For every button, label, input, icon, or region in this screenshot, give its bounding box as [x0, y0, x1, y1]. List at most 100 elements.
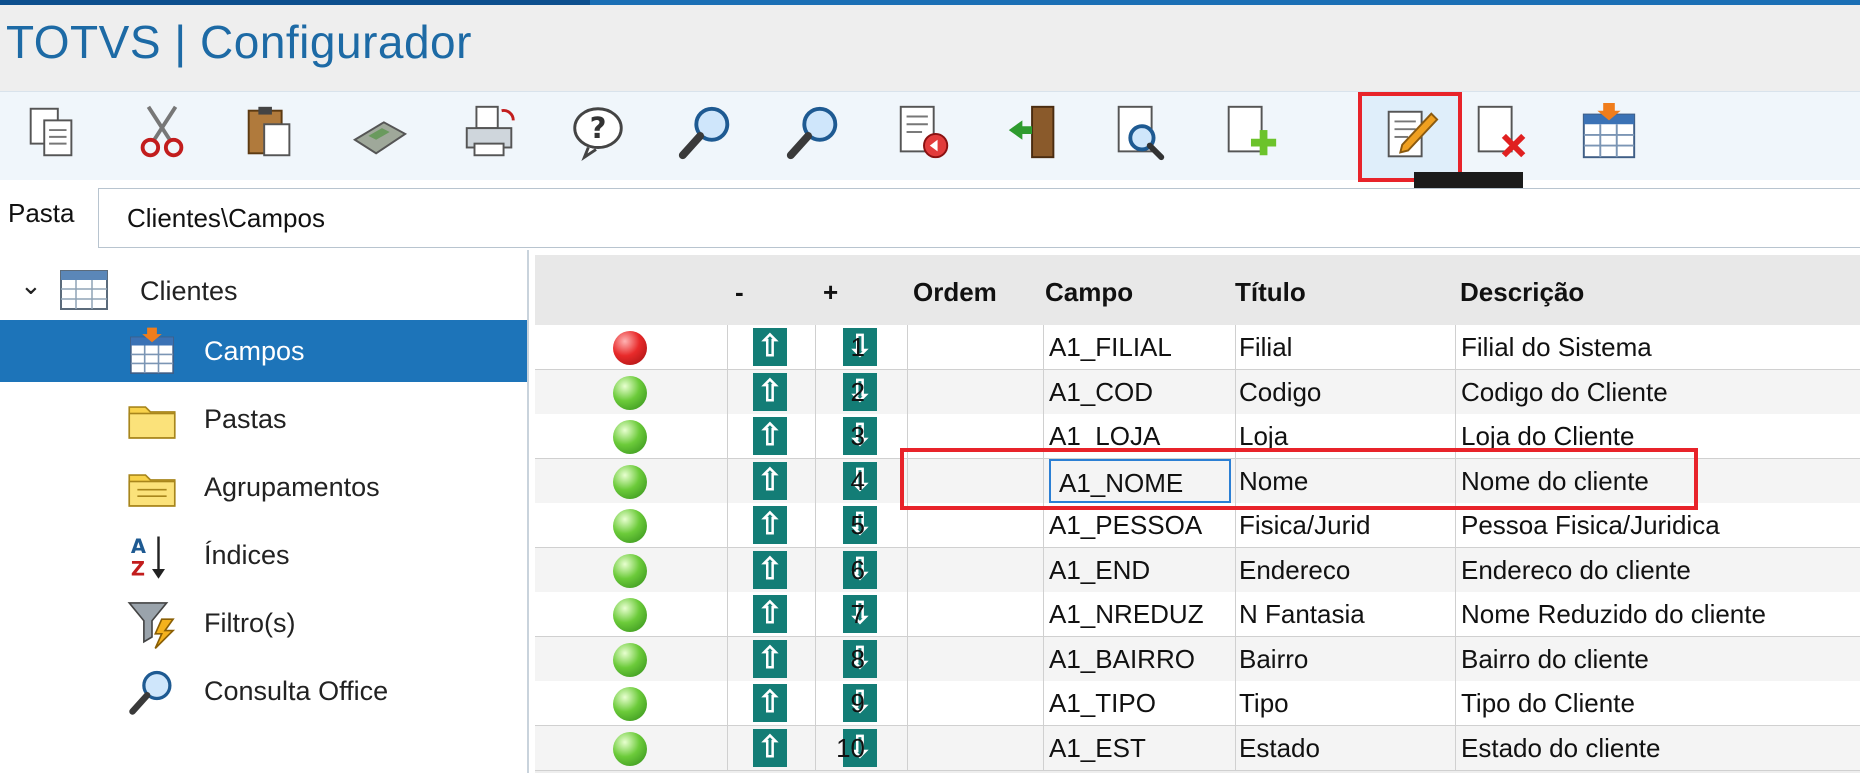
campo-cell[interactable]: A1_COD — [1049, 370, 1231, 414]
descricao-cell[interactable]: Estado do cliente — [1461, 726, 1856, 770]
ordem-cell[interactable]: 8 — [785, 637, 865, 681]
column-divider — [1043, 636, 1044, 681]
titulo-cell[interactable]: Estado — [1239, 726, 1449, 770]
fields-icon — [1578, 101, 1640, 168]
descricao-cell[interactable]: Filial do Sistema — [1461, 325, 1856, 369]
move-up-button[interactable]: ⇧ — [753, 372, 787, 411]
titulo-cell[interactable]: N Fantasia — [1239, 592, 1449, 636]
titulo-cell[interactable]: Tipo — [1239, 681, 1449, 725]
paste-button[interactable] — [236, 100, 304, 168]
table-row[interactable]: ⇧ ⇩ 2 A1_COD Codigo Codigo do Cliente — [535, 369, 1860, 415]
add-button[interactable] — [1216, 100, 1284, 168]
column-divider — [907, 369, 908, 414]
descricao-cell[interactable]: Codigo do Cliente — [1461, 370, 1856, 414]
status-green-icon — [613, 687, 647, 721]
search-button[interactable] — [672, 100, 740, 168]
view-button[interactable] — [1106, 100, 1174, 168]
chevron-down-icon[interactable]: ⌄ — [20, 270, 42, 301]
cut-button[interactable] — [128, 100, 196, 168]
ordem-cell[interactable]: 4 — [785, 459, 865, 503]
table-row[interactable]: ⇧ ⇩ 10 A1_EST Estado Estado do cliente — [535, 725, 1860, 771]
header-plus[interactable]: + — [823, 277, 838, 308]
table-row[interactable]: ⇧ ⇩ 8 A1_BAIRRO Bairro Bairro do cliente — [535, 636, 1860, 682]
column-divider — [727, 458, 728, 503]
list-back-button[interactable] — [890, 100, 958, 168]
ordem-cell[interactable]: 6 — [785, 548, 865, 592]
pasta-label: Pasta — [8, 198, 75, 228]
ordem-cell[interactable]: 9 — [785, 681, 865, 725]
descricao-cell[interactable]: Bairro do cliente — [1461, 637, 1856, 681]
campo-cell[interactable]: A1_END — [1049, 548, 1231, 592]
titulo-cell[interactable]: Endereco — [1239, 548, 1449, 592]
calculator-icon — [349, 101, 411, 168]
fields-button[interactable] — [1575, 100, 1643, 168]
sidebar-item-filtro-s[interactable]: Filtro(s) — [0, 592, 527, 654]
calculator-button[interactable] — [346, 100, 414, 168]
move-up-button[interactable]: ⇧ — [753, 506, 787, 544]
delete-button[interactable] — [1466, 100, 1534, 168]
header-campo[interactable]: Campo — [1045, 277, 1133, 308]
titulo-cell[interactable]: Bairro — [1239, 637, 1449, 681]
header-minus[interactable]: - — [735, 277, 744, 308]
titulo-cell[interactable]: Filial — [1239, 325, 1449, 369]
sidebar-item-agrupamentos[interactable]: Agrupamentos — [0, 456, 527, 518]
pasta-path-field[interactable]: Clientes\Campos — [98, 188, 1860, 248]
help-button[interactable]: ? — [564, 100, 632, 168]
column-divider — [907, 325, 908, 369]
table-row[interactable]: ⇧ ⇩ 9 A1_TIPO Tipo Tipo do Cliente — [535, 681, 1860, 726]
ordem-cell[interactable]: 1 — [785, 325, 865, 369]
sidebar-item-campos[interactable]: Campos — [0, 320, 527, 382]
move-up-button[interactable]: ⇧ — [753, 417, 787, 455]
column-divider — [1043, 725, 1044, 770]
column-divider — [1235, 725, 1236, 770]
ordem-cell[interactable]: 10 — [785, 726, 865, 770]
campo-cell[interactable]: A1_BAIRRO — [1049, 637, 1231, 681]
fields-grid: - + Ordem Campo Título Descrição ⇧ ⇩ 1 A1_F… — [535, 255, 1860, 773]
sidebar-item-consulta-office[interactable]: Consulta Office — [0, 660, 527, 722]
campo-cell[interactable]: A1_EST — [1049, 726, 1231, 770]
move-up-button[interactable]: ⇧ — [753, 328, 787, 366]
column-divider — [907, 636, 908, 681]
move-up-button[interactable]: ⇧ — [753, 550, 787, 589]
titulo-cell[interactable]: Codigo — [1239, 370, 1449, 414]
ordem-cell[interactable]: 2 — [785, 370, 865, 414]
campo-cell[interactable]: A1_NREDUZ — [1049, 592, 1231, 636]
table-row[interactable]: ⇧ ⇩ 7 A1_NREDUZ N Fantasia Nome Reduzido do c… — [535, 592, 1860, 637]
ordem-cell[interactable]: 5 — [785, 503, 865, 547]
column-divider — [1043, 547, 1044, 592]
edit-button[interactable] — [1358, 92, 1462, 182]
sidebar-item-label: Índices — [204, 540, 290, 570]
header-ordem[interactable]: Ordem — [913, 277, 997, 308]
move-up-button[interactable]: ⇧ — [753, 728, 787, 767]
print-button[interactable] — [456, 100, 524, 168]
descricao-cell[interactable]: Endereco do cliente — [1461, 548, 1856, 592]
column-divider — [1043, 325, 1044, 369]
status-green-icon — [613, 642, 647, 677]
status-red-icon — [613, 331, 647, 365]
search-next-button[interactable] — [780, 100, 848, 168]
ordem-cell[interactable]: 3 — [785, 414, 865, 458]
move-up-button[interactable]: ⇧ — [753, 684, 787, 722]
descricao-cell[interactable]: Nome Reduzido do cliente — [1461, 592, 1856, 636]
table-row[interactable]: ⇧ ⇩ 1 A1_FILIAL Filial Filial do Sistema — [535, 325, 1860, 370]
campo-cell[interactable]: A1_TIPO — [1049, 681, 1231, 725]
filter-icon — [126, 598, 178, 655]
copy-button[interactable] — [18, 100, 86, 168]
move-up-button[interactable]: ⇧ — [753, 461, 787, 500]
move-up-button[interactable]: ⇧ — [753, 595, 787, 633]
sidebar-item--ndices[interactable]: A Z Índices — [0, 524, 527, 586]
move-up-button[interactable]: ⇧ — [753, 639, 787, 678]
descricao-cell[interactable]: Tipo do Cliente — [1461, 681, 1856, 725]
exit-button[interactable] — [1000, 100, 1068, 168]
header-descricao[interactable]: Descrição — [1460, 277, 1584, 308]
sidebar-item-label: Pastas — [204, 404, 287, 434]
status-green-icon — [613, 420, 647, 454]
header-titulo[interactable]: Título — [1235, 277, 1306, 308]
tree-root-clientes[interactable]: ⌄ Clientes — [0, 270, 527, 312]
fields-icon — [126, 326, 178, 383]
table-row[interactable]: ⇧ ⇩ 6 A1_END Endereco Endereco do cliente — [535, 547, 1860, 593]
svg-text:?: ? — [590, 110, 607, 144]
ordem-cell[interactable]: 7 — [785, 592, 865, 636]
sidebar-item-pastas[interactable]: Pastas — [0, 388, 527, 450]
campo-cell[interactable]: A1_FILIAL — [1049, 325, 1231, 369]
